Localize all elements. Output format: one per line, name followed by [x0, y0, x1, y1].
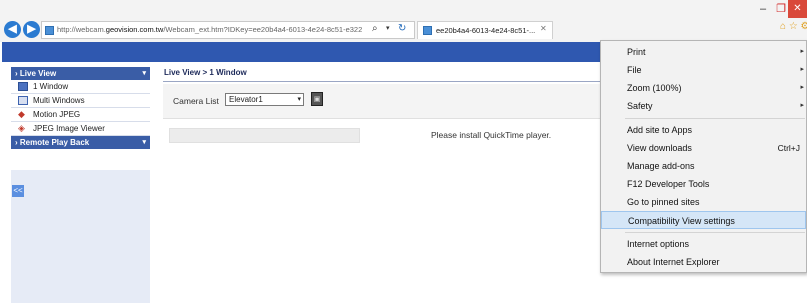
chevron-right-icon: ▸ [800, 66, 804, 73]
caret-down-icon: ▾ [142, 70, 146, 77]
back-button[interactable]: ◀ [4, 21, 21, 38]
camera-select-value: Elevator1 [229, 95, 263, 104]
breadcrumb: Live View > 1 Window [164, 68, 247, 77]
chevron-down-icon[interactable]: ▾ [386, 24, 390, 32]
menu-item-f12-developer-tools[interactable]: F12 Developer Tools [601, 175, 806, 193]
address-bar[interactable]: http://webcam.geovision.com.tw/Webcam_ex… [41, 21, 415, 39]
menu-item-label: View downloads [627, 143, 692, 153]
refresh-icon[interactable]: ↻ [398, 23, 406, 34]
camera-list-label: Camera List [173, 96, 219, 106]
sidebar-item-label: 1 Window [33, 82, 69, 91]
menu-item-label: F12 Developer Tools [627, 179, 710, 189]
menu-item-zoom[interactable]: Zoom (100%) ▸ [601, 79, 806, 97]
menu-separator [625, 118, 805, 119]
shortcut-label: Ctrl+J [777, 143, 800, 153]
menu-separator [625, 232, 805, 233]
chevron-right-icon: ▸ [800, 84, 804, 91]
menu-item-label: Internet options [627, 239, 690, 249]
toolbar-icons[interactable]: ⌂ ☆ ⚙ [780, 21, 807, 32]
menu-item-label: Add site to Apps [627, 125, 693, 135]
menu-item-view-downloads[interactable]: View downloads Ctrl+J [601, 139, 806, 157]
menu-item-label: Zoom (100%) [627, 83, 682, 93]
player-placeholder [169, 128, 360, 143]
url-suffix: /Webcam_ext.htm?IDKey=ee20b4a4-6013-4e24… [163, 25, 362, 34]
minimize-button[interactable]: – [752, 0, 774, 18]
menu-item-manage-add-ons[interactable]: Manage add-ons [601, 157, 806, 175]
sidebar-item-jpeg-image-viewer[interactable]: ◈ JPEG Image Viewer [11, 122, 150, 136]
browser-chrome: – ❐ ✕ ◀ ▶ http://webcam.geovision.com.tw… [0, 0, 807, 42]
sidebar-section-label: › Live View [15, 69, 57, 78]
sidebar-background [11, 170, 150, 303]
menu-item-compatibility-view-settings[interactable]: Compatibility View settings [601, 211, 806, 229]
url-text[interactable]: http://webcam.geovision.com.tw/Webcam_ex… [57, 25, 362, 34]
caret-down-icon: ▾ [142, 139, 146, 146]
menu-item-label: Compatibility View settings [628, 216, 735, 226]
tools-context-menu: Print ▸ File ▸ Zoom (100%) ▸ Safety ▸ Ad… [600, 40, 807, 273]
sidebar-item-label: JPEG Image Viewer [33, 124, 105, 133]
menu-item-internet-options[interactable]: Internet options [601, 235, 806, 253]
chevron-down-icon: ▾ [297, 96, 301, 103]
image-icon: ◈ [18, 123, 25, 133]
sidebar-item-label: Motion JPEG [33, 110, 81, 119]
menu-item-go-to-pinned-sites[interactable]: Go to pinned sites [601, 193, 806, 211]
page-icon [423, 26, 432, 35]
menu-item-print[interactable]: Print ▸ [601, 43, 806, 61]
restore-button[interactable]: ❐ [774, 0, 788, 18]
menu-item-about-internet-explorer[interactable]: About Internet Explorer [601, 253, 806, 271]
sidebar-item-multi-windows[interactable]: Multi Windows [11, 94, 150, 108]
window-icon [18, 82, 28, 91]
page-icon [45, 26, 54, 35]
url-prefix: http://webcam. [57, 25, 106, 34]
sidebar-item-label: Multi Windows [33, 96, 85, 105]
title-bar: – ❐ ✕ [0, 0, 807, 18]
url-domain: geovision.com.tw [105, 25, 164, 34]
menu-item-label: About Internet Explorer [627, 257, 720, 267]
chevron-right-icon: ▸ [800, 102, 804, 109]
navigation-bar: ◀ ▶ http://webcam.geovision.com.tw/Webca… [0, 18, 807, 42]
camera-list-select[interactable]: Elevator1 ▾ [225, 93, 304, 106]
menu-item-label: File [627, 65, 642, 75]
forward-button[interactable]: ▶ [23, 21, 40, 38]
sidebar-section-remote-play-back[interactable]: › Remote Play Back ▾ [11, 136, 150, 149]
player-message: Please install QuickTime player. [431, 130, 552, 140]
search-icon[interactable]: ⌕ [372, 23, 378, 34]
divider [163, 81, 600, 82]
sidebar-item-motion-jpeg[interactable]: ◆ Motion JPEG [11, 108, 150, 122]
menu-item-file[interactable]: File ▸ [601, 61, 806, 79]
camera-icon: ◆ [18, 109, 25, 119]
chevron-right-icon: ▸ [800, 48, 804, 55]
camera-panel: Camera List Elevator1 ▾ ▣ [163, 84, 600, 119]
sidebar-section-live-view[interactable]: › Live View ▾ [11, 67, 150, 80]
browser-tab[interactable]: ee20b4a4-6013-4e24-8c51-... ✕ [417, 21, 553, 39]
menu-item-safety[interactable]: Safety ▸ [601, 97, 806, 115]
menu-item-label: Manage add-ons [627, 161, 695, 171]
close-button[interactable]: ✕ [788, 0, 807, 18]
camera-snapshot-icon[interactable]: ▣ [311, 92, 323, 106]
sidebar-section-label: › Remote Play Back [15, 138, 90, 147]
menu-item-label: Print [627, 47, 646, 57]
menu-item-label: Safety [627, 101, 653, 111]
grid-icon [18, 96, 28, 105]
menu-item-add-site-to-apps[interactable]: Add site to Apps [601, 121, 806, 139]
close-icon[interactable]: ✕ [540, 24, 547, 33]
tab-title: ee20b4a4-6013-4e24-8c51-... [436, 26, 536, 35]
collapse-sidebar-button[interactable]: << [12, 185, 24, 197]
sidebar: › Live View ▾ 1 Window Multi Windows ◆ M… [11, 67, 150, 149]
sidebar-item-1-window[interactable]: 1 Window [11, 80, 150, 94]
menu-item-label: Go to pinned sites [627, 197, 700, 207]
